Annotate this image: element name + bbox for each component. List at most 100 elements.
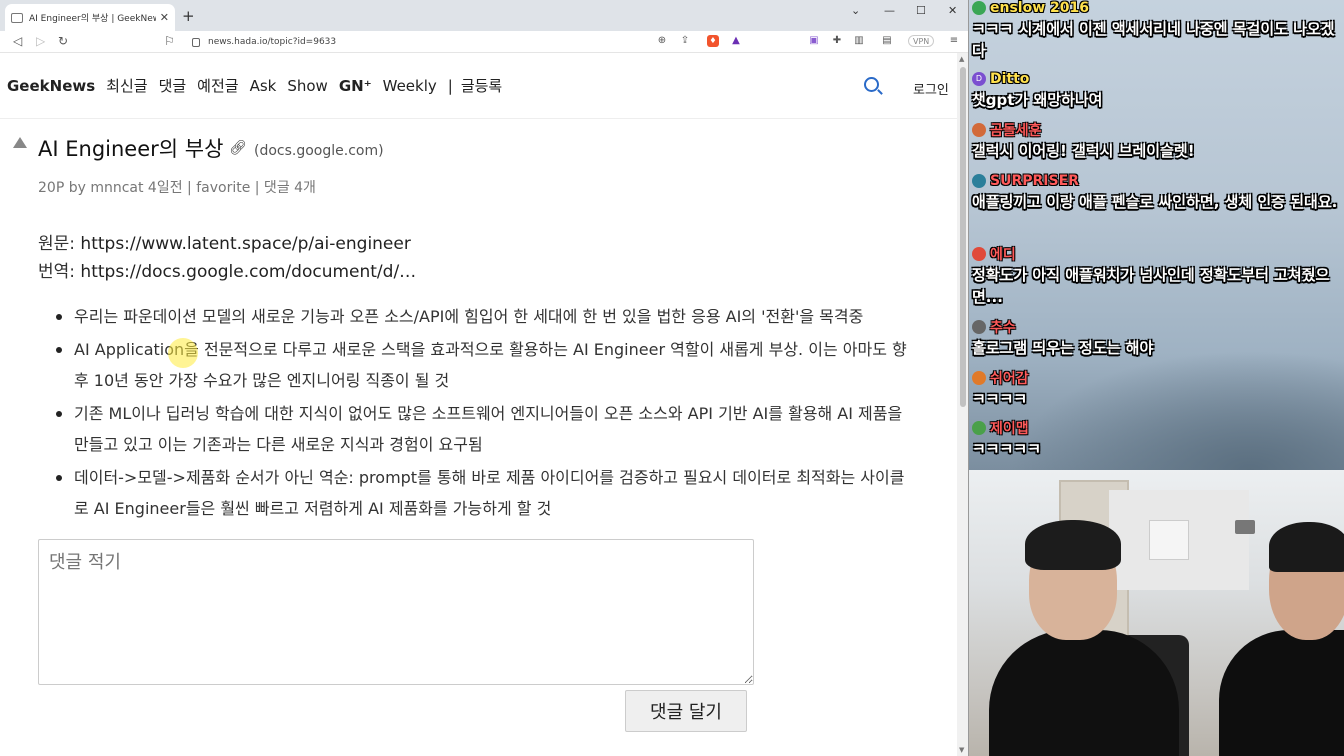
vpn-button[interactable]: VPN xyxy=(908,35,935,47)
chat-text: 애플링끼고 이랑 애플 펜슬로 싸인하면, 생체 인증 된대요. xyxy=(972,193,1338,211)
site-nav: GeekNews 최신글 댓글 예전글 Ask Show GN⁺ Weekly … xyxy=(0,53,957,119)
chat-text: ㅋㅋㅋㅋㅋ xyxy=(972,440,1042,458)
browser-window: AI Engineer의 부상 | GeekNews ✕ + ⌄ — ☐ ✕ ◁… xyxy=(0,0,969,756)
translation-label: 번역: xyxy=(38,262,81,282)
chat-avatar-icon xyxy=(972,123,986,137)
forward-icon[interactable]: ▷ xyxy=(36,34,45,48)
source-line: 원문: https://www.latent.space/p/ai-engine… xyxy=(38,229,411,254)
chat-message: SURPRISER 애플링끼고 이랑 애플 펜슬로 싸인하면, 생체 인증 된대… xyxy=(972,171,1340,213)
chat-text: 정확도가 아직 애플워치가 넘사인데 정확도부터 고쳐줬으면... xyxy=(972,266,1330,306)
chat-message: 추수 홀로그램 띄우는 정도는 해야 xyxy=(972,317,1340,359)
source-link[interactable]: https://www.latent.space/p/ai-engineer xyxy=(80,234,410,254)
chat-nick: 곰돌세훈 xyxy=(990,123,1042,139)
lock-icon xyxy=(192,37,200,47)
zoom-icon[interactable]: ⊕ xyxy=(656,35,668,47)
nav-item-submit[interactable]: 글등록 xyxy=(461,75,502,96)
upvote-icon[interactable] xyxy=(13,137,27,148)
nav-item-new[interactable]: 최신글 xyxy=(106,75,147,96)
browser-toolbar: ◁ ▷ ↻ ⚐ news.hada.io/topic?id=9633 ⊕ ⇪ ♦… xyxy=(0,31,968,53)
post-title[interactable]: AI Engineer의 부상 xyxy=(38,133,223,163)
chat-nick: 에디 xyxy=(990,247,1016,263)
nav-item-gn-plus[interactable]: GN⁺ xyxy=(339,77,372,95)
chat-nick: enslow 2016 xyxy=(990,0,1089,16)
nav-item-ask[interactable]: Ask xyxy=(250,77,277,95)
site-brand[interactable]: GeekNews xyxy=(7,77,95,95)
menu-icon[interactable]: ≡ xyxy=(948,35,960,47)
mouse-cursor-highlight xyxy=(168,338,198,368)
page-scrollbar[interactable]: ▲ ▼ xyxy=(957,53,968,756)
chat-message: 제이맵 ㅋㅋㅋㅋㅋ xyxy=(972,418,1340,460)
streamer-hair xyxy=(1025,520,1121,570)
chat-message: 에디 정확도가 아직 애플워치가 넘사인데 정확도부터 고쳐줬으면... xyxy=(972,244,1340,308)
chat-nick: Ditto xyxy=(990,71,1030,87)
chat-avatar-icon xyxy=(972,320,986,334)
background-sign xyxy=(1149,520,1189,560)
chat-avatar-icon xyxy=(972,1,986,15)
tab-strip: AI Engineer의 부상 | GeekNews ✕ + ⌄ — ☐ ✕ xyxy=(0,0,968,31)
chat-text: 갤럭시 이어링! 갤럭시 브레이슬렛! xyxy=(972,142,1195,160)
browser-tab-active[interactable]: AI Engineer의 부상 | GeekNews ✕ xyxy=(5,4,175,31)
translation-link[interactable]: https://docs.google.com/document/d/… xyxy=(80,262,416,282)
address-bar[interactable]: news.hada.io/topic?id=9633 xyxy=(182,33,702,51)
nav-item-past[interactable]: 예전글 xyxy=(197,75,238,96)
comment-input[interactable] xyxy=(38,539,754,685)
chat-avatar-icon xyxy=(972,247,986,261)
chat-message: enslow 2016 ㅋㅋㅋ 시계에서 이젠 액세서리네 나중엔 목걸이도 나… xyxy=(972,0,1340,62)
chat-avatar-icon xyxy=(972,174,986,188)
scroll-up-icon[interactable]: ▲ xyxy=(959,55,964,63)
nav-item-show[interactable]: Show xyxy=(287,77,327,95)
maximize-button[interactable]: ☐ xyxy=(916,4,926,17)
chat-nick: 추수 xyxy=(990,320,1016,336)
background-screen xyxy=(1235,520,1255,534)
search-icon[interactable] xyxy=(864,77,879,92)
page-content: GeekNews 최신글 댓글 예전글 Ask Show GN⁺ Weekly … xyxy=(0,53,957,756)
login-link[interactable]: 로그인 xyxy=(913,79,949,98)
submit-comment-button[interactable]: 댓글 달기 xyxy=(625,690,747,732)
chat-message: D Ditto 챗gpt가 왜망하나여 xyxy=(972,69,1340,111)
nav-item-comments[interactable]: 댓글 xyxy=(159,75,187,96)
summary-list: 우리는 파운데이션 모델의 새로운 기능과 오픈 소스/API에 힘입어 한 세… xyxy=(56,301,916,526)
chat-avatar-icon: D xyxy=(972,72,986,86)
chat-nick: 제이맵 xyxy=(990,421,1029,437)
reload-icon[interactable]: ↻ xyxy=(58,34,68,48)
share-icon[interactable]: ⇪ xyxy=(679,35,691,47)
link-icon[interactable]: 🔗︎ xyxy=(229,140,247,156)
chat-avatar-icon xyxy=(972,421,986,435)
translation-line: 번역: https://docs.google.com/document/d/… xyxy=(38,257,416,282)
new-tab-button[interactable]: + xyxy=(182,7,195,25)
tab-search-icon[interactable]: ⌄ xyxy=(851,4,860,17)
address-url: news.hada.io/topic?id=9633 xyxy=(208,37,337,47)
guest-body xyxy=(1219,630,1344,756)
post-meta: 20P by mnncat 4일전 | favorite | 댓글 4개 xyxy=(38,180,316,196)
stream-chat-overlay: enslow 2016 ㅋㅋㅋ 시계에서 이젠 액세서리네 나중엔 목걸이도 나… xyxy=(969,0,1344,470)
chat-text: ㅋㅋㅋㅋ xyxy=(972,390,1028,408)
puzzle-icon[interactable]: ✚ xyxy=(831,35,843,47)
sidebar-icon[interactable]: ▥ xyxy=(853,35,865,47)
close-tab-icon[interactable]: ✕ xyxy=(160,11,169,24)
nav-separator: | xyxy=(447,76,453,95)
list-item: 데이터->모델->제품화 순서가 아닌 역순: prompt를 통해 바로 제품… xyxy=(56,462,916,525)
favicon-icon xyxy=(11,12,23,23)
wallet-icon[interactable]: ▤ xyxy=(881,35,893,47)
chat-message: 쉬어감 ㅋㅋㅋㅋ xyxy=(972,368,1340,410)
brave-shield-icon[interactable]: ♦ xyxy=(707,35,719,47)
bookmark-icon[interactable]: ⚐ xyxy=(164,34,175,48)
back-icon[interactable]: ◁ xyxy=(13,34,22,48)
minimize-button[interactable]: — xyxy=(884,4,895,17)
brave-rewards-icon[interactable]: ▲ xyxy=(730,35,742,47)
scroll-down-icon[interactable]: ▼ xyxy=(959,746,964,754)
tab-title: AI Engineer의 부상 | GeekNews xyxy=(29,14,156,24)
post-domain: (docs.google.com) xyxy=(254,143,384,159)
streamer-body xyxy=(989,630,1179,756)
webcam-feed xyxy=(969,470,1344,756)
nav-item-weekly[interactable]: Weekly xyxy=(383,77,437,95)
close-window-button[interactable]: ✕ xyxy=(948,4,957,17)
extension-icon[interactable]: ▣ xyxy=(808,35,820,47)
source-label: 원문: xyxy=(38,234,81,254)
chat-text: 챗gpt가 왜망하나여 xyxy=(972,91,1103,109)
scrollbar-thumb[interactable] xyxy=(960,67,966,407)
chat-avatar-icon xyxy=(972,371,986,385)
guest-hair xyxy=(1269,522,1344,572)
chat-message: 곰돌세훈 갤럭시 이어링! 갤럭시 브레이슬렛! xyxy=(972,120,1340,162)
list-item: 우리는 파운데이션 모델의 새로운 기능과 오픈 소스/API에 힘입어 한 세… xyxy=(56,301,916,333)
